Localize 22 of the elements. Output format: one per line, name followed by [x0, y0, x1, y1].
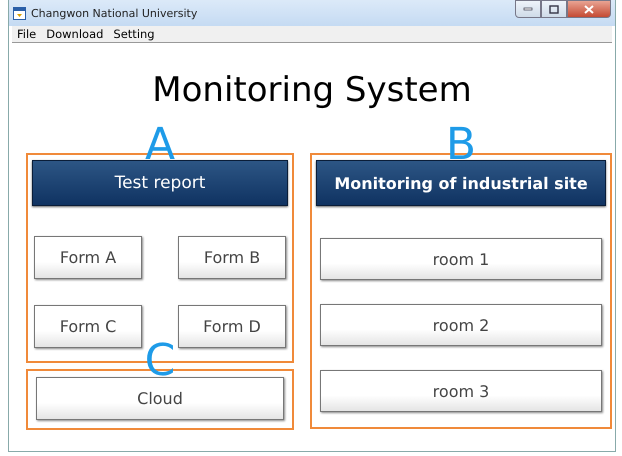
close-button[interactable]	[567, 0, 611, 18]
room-button[interactable]: room 3	[320, 370, 602, 412]
cloud-button[interactable]: Cloud	[36, 377, 284, 420]
room-button[interactable]: room 1	[320, 238, 602, 280]
app-icon	[13, 6, 26, 20]
minimize-button[interactable]	[515, 0, 541, 18]
window-title: Changwon National University	[31, 6, 198, 20]
maximize-icon	[549, 4, 559, 14]
room-button[interactable]: room 2	[320, 304, 602, 346]
close-icon	[584, 4, 594, 14]
section-header[interactable]: Monitoring of industrial site	[316, 160, 606, 206]
minimize-icon	[523, 7, 533, 11]
section-header[interactable]: Test report	[32, 160, 288, 206]
menu-item[interactable]: Download	[46, 27, 104, 41]
page-heading: Monitoring System	[151, 69, 473, 111]
form-button[interactable]: Form B	[178, 236, 286, 279]
form-button[interactable]: Form A	[34, 236, 142, 279]
menu-item[interactable]: Setting	[113, 27, 155, 41]
menu-item[interactable]: File	[17, 27, 36, 41]
maximize-button[interactable]	[541, 0, 567, 18]
form-button[interactable]: Form C	[34, 305, 142, 348]
form-button[interactable]: Form D	[178, 305, 286, 348]
